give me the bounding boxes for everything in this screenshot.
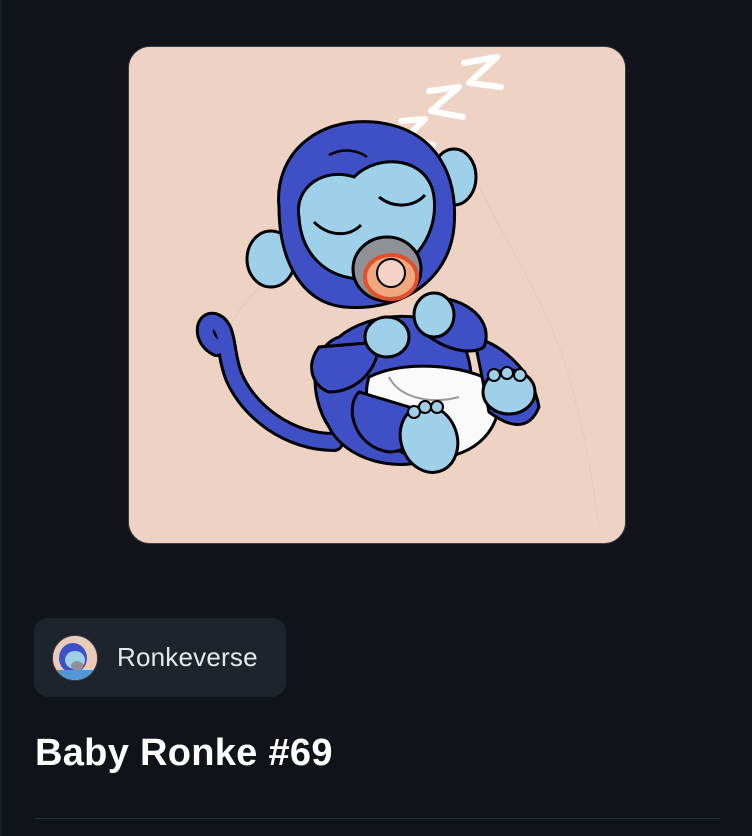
section-divider <box>35 818 720 819</box>
ronke-avatar-icon <box>52 634 98 681</box>
scroll-edge <box>0 0 2 836</box>
sleeping-baby-monkey-artwork <box>129 47 625 543</box>
nft-image[interactable] <box>128 46 626 544</box>
collection-name: Ronkeverse <box>117 642 258 672</box>
nft-detail-page: Ronkeverse Baby Ronke #69 <box>0 0 752 836</box>
item-title: Baby Ronke #69 <box>35 732 333 774</box>
collection-link[interactable]: Ronkeverse <box>34 618 286 697</box>
